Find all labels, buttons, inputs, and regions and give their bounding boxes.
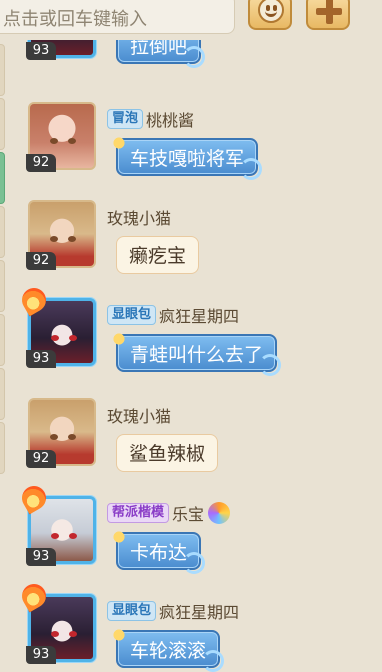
sender-line: 玫瑰小猫 <box>107 404 171 426</box>
message-bubble[interactable]: 车轮滚滚 <box>108 624 225 672</box>
message-bubble[interactable]: 卡布达 <box>108 526 206 574</box>
level-badge: 93 <box>26 42 56 60</box>
sender-name[interactable]: 疯狂星期四 <box>159 599 239 623</box>
swirl-emblem-icon <box>208 502 231 524</box>
message-text: 车技嘎啦将军 <box>130 148 245 170</box>
sender-line: 帮派楷模 乐宝 <box>107 501 231 525</box>
side-tab[interactable] <box>0 314 5 366</box>
title-badge: 显眼包 <box>107 305 157 325</box>
message-bubble[interactable]: 癞疙宝 <box>116 236 200 274</box>
more-button[interactable] <box>306 0 350 30</box>
side-tab[interactable] <box>0 260 5 312</box>
side-tab[interactable] <box>0 44 5 96</box>
avatar[interactable]: 92 <box>26 200 96 270</box>
sender-line: 显眼包 疯狂星期四 <box>107 600 239 622</box>
side-tab[interactable] <box>0 98 5 150</box>
level-badge: 93 <box>26 646 56 664</box>
side-tab[interactable] <box>0 206 5 258</box>
sender-name[interactable]: 玫瑰小猫 <box>107 403 171 427</box>
sender-line: 显眼包 疯狂星期四 <box>107 304 239 326</box>
avatar[interactable]: 93 <box>17 579 96 664</box>
emoji-button[interactable] <box>248 0 292 30</box>
avatar[interactable]: 92 <box>26 102 96 172</box>
input-bar: 点击或回车键输入 <box>0 0 382 40</box>
title-badge: 帮派楷模 <box>107 503 170 523</box>
sender-name[interactable]: 桃桃酱 <box>146 107 194 131</box>
message-text: 卡布达 <box>130 542 188 564</box>
level-badge: 92 <box>26 252 56 270</box>
level-badge: 92 <box>26 154 56 172</box>
side-tab-active[interactable] <box>0 152 5 204</box>
chat-input[interactable]: 点击或回车键输入 <box>0 0 235 34</box>
message-bubble[interactable]: 车技嘎啦将军 <box>108 132 263 180</box>
side-tab-rail <box>0 40 6 672</box>
avatar[interactable]: 92 <box>26 398 96 468</box>
message-bubble[interactable]: 鲨鱼辣椒 <box>116 434 219 472</box>
sender-name[interactable]: 疯狂星期四 <box>159 303 239 327</box>
plus-icon <box>316 0 342 24</box>
avatar[interactable]: 93 <box>17 481 96 566</box>
level-badge: 93 <box>26 548 56 566</box>
title-badge: 冒泡 <box>107 109 144 129</box>
level-badge: 92 <box>26 450 56 468</box>
title-badge: 显眼包 <box>107 601 157 621</box>
level-badge: 93 <box>26 350 56 368</box>
side-tab[interactable] <box>0 422 5 474</box>
sender-name[interactable]: 玫瑰小猫 <box>107 205 171 229</box>
smiley-icon <box>258 0 284 23</box>
sender-name[interactable]: 乐宝 <box>172 501 204 525</box>
message-bubble[interactable]: 青蛙叫什么去了 <box>108 328 282 376</box>
sender-line: 冒泡 桃桃酱 <box>107 108 194 130</box>
message-text: 车轮滚滚 <box>130 640 207 662</box>
side-tab[interactable] <box>0 368 5 420</box>
avatar[interactable]: 93 <box>17 283 96 368</box>
sender-line: 玫瑰小猫 <box>107 206 171 228</box>
message-text: 青蛙叫什么去了 <box>130 344 264 366</box>
